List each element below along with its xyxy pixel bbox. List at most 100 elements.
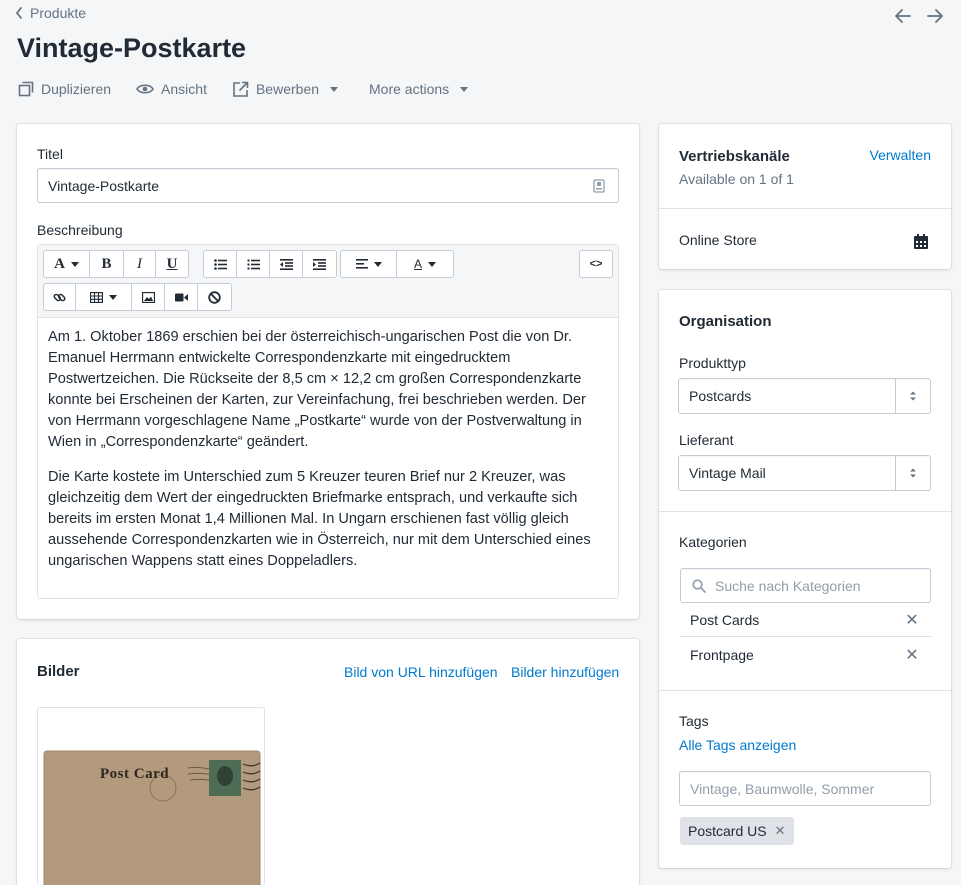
- sales-channels-title: Vertriebskanäle: [679, 148, 790, 165]
- product-type-select[interactable]: Postcards: [678, 378, 931, 414]
- select-arrows-icon: [895, 379, 930, 413]
- html-view-button[interactable]: <>: [580, 251, 612, 277]
- more-actions-button[interactable]: More actions: [369, 81, 469, 97]
- bullet-list-icon: [213, 258, 227, 270]
- block-icon: [208, 290, 221, 304]
- manage-channels-link[interactable]: Verwalten: [870, 147, 931, 163]
- editor-toolbar: A B I U A <>: [38, 245, 618, 318]
- page-title: Vintage-Postkarte: [17, 33, 247, 63]
- rich-text-editor: A B I U A <> Am 1. Oktober 1869 erschien…: [37, 244, 619, 599]
- list-group: [203, 250, 337, 278]
- product-type-label: Produkttyp: [679, 355, 746, 371]
- description-label: Beschreibung: [37, 222, 123, 238]
- categories-search-input[interactable]: Suche nach Kategorien: [680, 568, 931, 603]
- outdent-button[interactable]: [270, 251, 303, 277]
- arrow-left-icon: [895, 9, 911, 23]
- title-label: Titel: [37, 146, 63, 162]
- align-dropdown[interactable]: [341, 251, 397, 277]
- divider: [659, 690, 951, 691]
- images-title: Bilder: [37, 663, 80, 680]
- tags-label: Tags: [679, 713, 709, 729]
- postcard-caption: Post Card: [100, 766, 170, 782]
- categories-label: Kategorien: [679, 534, 747, 550]
- promote-button[interactable]: Bewerben: [232, 81, 339, 98]
- search-icon: [692, 579, 706, 593]
- categories-search-placeholder: Suche nach Kategorien: [715, 577, 861, 594]
- duplicate-label: Duplizieren: [41, 81, 112, 97]
- caret-down-icon: [330, 86, 339, 92]
- select-arrows-icon: [895, 456, 930, 490]
- product-pager: [893, 6, 945, 26]
- tag-label: Postcard US: [688, 823, 767, 839]
- numbered-list-icon: [247, 259, 260, 269]
- divider: [659, 511, 951, 512]
- product-details-card: Titel Vintage-Postkarte Beschreibung A B…: [17, 124, 639, 619]
- product-type-value: Postcards: [689, 388, 752, 404]
- add-image-from-url-link[interactable]: Bild von URL hinzufügen: [344, 664, 498, 680]
- insert-image-button[interactable]: [132, 284, 165, 310]
- tags-input[interactable]: Vintage, Baumwolle, Sommer: [679, 771, 931, 806]
- duplicate-button[interactable]: Duplizieren: [18, 81, 111, 97]
- category-label: Frontpage: [690, 646, 754, 663]
- caret-down-icon: [109, 294, 117, 300]
- previous-product-button[interactable]: [893, 6, 913, 26]
- description-paragraph: Am 1. Oktober 1869 erschien bei der öste…: [48, 329, 586, 450]
- video-camera-icon: [174, 293, 188, 301]
- description-content[interactable]: Am 1. Oktober 1869 erschien bei der öste…: [48, 327, 613, 586]
- category-item: Post Cards ✕: [680, 604, 932, 637]
- page-actions: Duplizieren Ansicht Bewerben More action…: [18, 79, 493, 99]
- insert-table-dropdown[interactable]: [76, 284, 132, 310]
- more-actions-label: More actions: [369, 81, 450, 97]
- tag-chip: Postcard US ✕: [680, 817, 794, 845]
- contact-card-icon: [593, 179, 605, 193]
- organization-title: Organisation: [679, 313, 772, 330]
- breadcrumb-back[interactable]: Produkte: [14, 5, 86, 21]
- caret-down-icon: [373, 261, 382, 267]
- numbered-list-button[interactable]: [237, 251, 270, 277]
- insert-group: [43, 283, 232, 311]
- bullet-list-button[interactable]: [204, 251, 237, 277]
- divider: [659, 208, 951, 209]
- product-image[interactable]: Post Card: [37, 707, 265, 885]
- italic-button[interactable]: I: [124, 251, 156, 277]
- format-group: A: [340, 250, 454, 278]
- text-color-dropdown[interactable]: A: [397, 251, 453, 277]
- postcard-image: [38, 708, 264, 885]
- bold-button[interactable]: B: [90, 251, 124, 277]
- caret-down-icon: [428, 261, 436, 267]
- caret-down-icon: [460, 86, 469, 92]
- calendar-icon[interactable]: [913, 234, 929, 250]
- organization-card: Organisation Produkttyp Postcards Liefer…: [659, 290, 951, 868]
- images-card: Bilder Bild von URL hinzufügen Bilder hi…: [17, 639, 639, 885]
- title-value: Vintage-Postkarte: [48, 177, 160, 194]
- align-left-icon: [355, 259, 368, 269]
- view-button[interactable]: Ansicht: [136, 81, 207, 97]
- insert-video-button[interactable]: [165, 284, 198, 310]
- vendor-label: Lieferant: [679, 432, 734, 448]
- remove-tag-icon[interactable]: ✕: [775, 823, 786, 839]
- next-product-button[interactable]: [925, 6, 945, 26]
- online-store-label: Online Store: [679, 232, 757, 248]
- remove-category-icon[interactable]: ✕: [902, 610, 922, 630]
- vendor-select[interactable]: Vintage Mail: [678, 455, 931, 491]
- view-all-tags-link[interactable]: Alle Tags anzeigen: [679, 737, 796, 753]
- indent-button[interactable]: [303, 251, 336, 277]
- caret-down-icon: [70, 261, 79, 267]
- underline-button[interactable]: U: [156, 251, 188, 277]
- remove-category-icon[interactable]: ✕: [902, 645, 922, 665]
- vendor-value: Vintage Mail: [689, 465, 766, 481]
- view-label: Ansicht: [161, 81, 207, 97]
- clear-formatting-button[interactable]: [198, 284, 231, 310]
- link-icon: [53, 293, 66, 301]
- html-group: <>: [579, 250, 613, 278]
- eye-icon: [136, 84, 154, 94]
- title-input[interactable]: Vintage-Postkarte: [37, 168, 619, 203]
- tags-input-placeholder: Vintage, Baumwolle, Sommer: [690, 780, 875, 797]
- add-images-link[interactable]: Bilder hinzufügen: [511, 664, 619, 680]
- promote-label: Bewerben: [255, 81, 320, 97]
- insert-link-button[interactable]: [44, 284, 76, 310]
- duplicate-icon: [18, 81, 34, 97]
- external-link-icon: [233, 81, 249, 97]
- outdent-icon: [279, 258, 293, 270]
- font-style-dropdown[interactable]: A: [44, 251, 90, 277]
